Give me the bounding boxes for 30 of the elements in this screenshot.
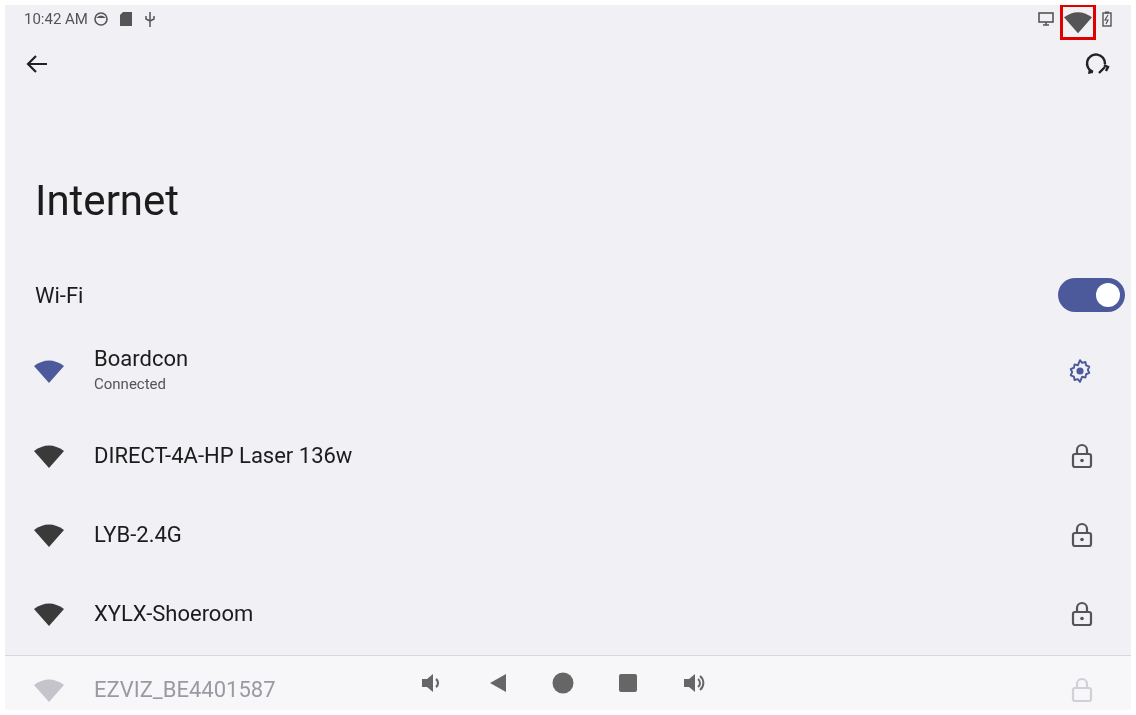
- status-time: 10:42 AM: [24, 8, 88, 30]
- lock-icon: [1071, 521, 1093, 548]
- monitor-icon: [1038, 12, 1054, 26]
- wifi-icon: [33, 678, 65, 702]
- usb-icon: [143, 11, 156, 27]
- wifi-icon: [33, 601, 65, 626]
- wifi-label: Wi-Fi: [35, 281, 84, 310]
- wifi-signal-icon: [1063, 10, 1093, 34]
- settings-icon[interactable]: [1067, 357, 1093, 384]
- lock-icon: [1071, 677, 1093, 703]
- home-icon[interactable]: [552, 672, 574, 694]
- wifi-icon: [33, 358, 65, 383]
- network-status: Connected: [94, 374, 167, 396]
- back-icon[interactable]: [488, 673, 508, 693]
- battery-icon: [1102, 11, 1112, 27]
- lock-icon: [1071, 442, 1093, 469]
- back-arrow-icon[interactable]: [25, 54, 49, 74]
- lock-icon: [1071, 600, 1093, 627]
- network-name[interactable]: Boardcon: [94, 345, 1067, 374]
- network-name[interactable]: DIRECT-4A-HP Laser 136w: [94, 441, 1071, 470]
- wifi-toggle[interactable]: [1058, 278, 1125, 312]
- network-name[interactable]: LYB-2.4G: [94, 520, 1071, 549]
- page-title: Internet: [34, 175, 181, 227]
- face-icon: [93, 12, 108, 26]
- wifi-icon: [33, 522, 65, 547]
- recents-icon[interactable]: [618, 673, 638, 693]
- sd-card-icon: [119, 12, 132, 26]
- wifi-icon: [33, 443, 65, 468]
- volume-up-icon[interactable]: [682, 672, 706, 694]
- network-name[interactable]: XYLX-Shoeroom: [94, 599, 1071, 628]
